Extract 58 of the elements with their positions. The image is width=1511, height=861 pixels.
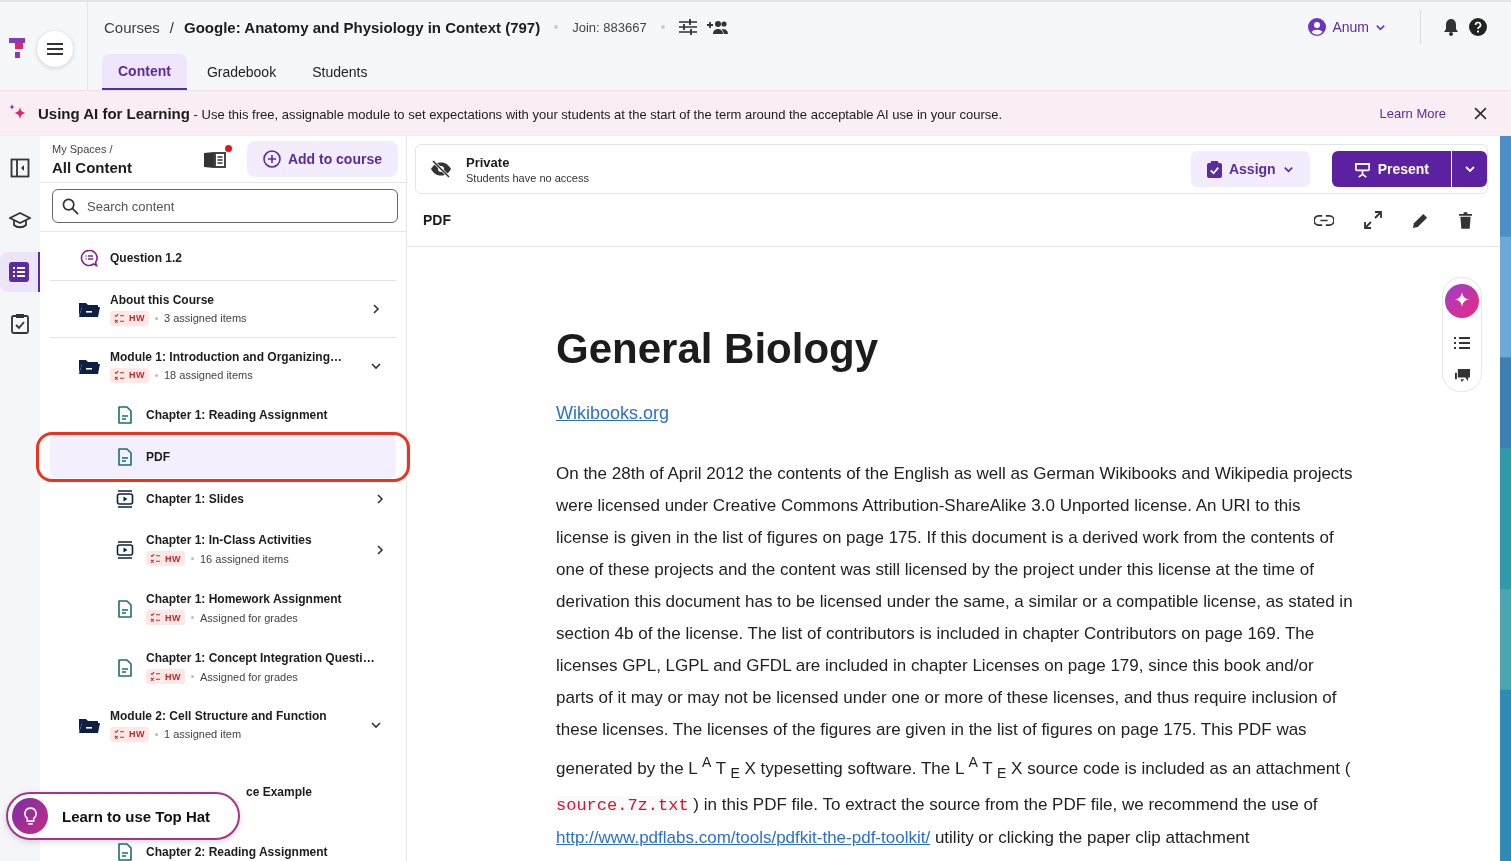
item-title: About this Course [110,292,214,307]
item-meta: 3 assigned items [164,312,247,324]
add-to-course-button[interactable]: Add to course [246,141,398,177]
visibility-subtitle: Students have no access [466,171,589,184]
item-meta: Assigned for grades [200,611,298,624]
user-menu[interactable]: Anum [1308,18,1386,36]
content-item[interactable]: Chapter 1: Concept Integration Questi… HW Assigned for grades [50,638,396,697]
item-title: Chapter 1: Concept Integration Questi… [146,651,375,665]
item-title: Module 2: Cell Structure and Function [110,708,327,723]
homework-badge: HW [110,726,149,742]
content-item[interactable]: Module 1: Introduction and Organizing… HW 18 assigned items [50,338,396,394]
content-item[interactable]: Chapter 1: In-Class Activities HW 16 assigned items [50,520,396,579]
breadcrumb-link[interactable]: My Spaces / [52,142,191,155]
tab[interactable]: Students [296,54,384,90]
content-item[interactable]: PDF [50,436,396,478]
content-item[interactable]: About this Course HW 3 assigned items [50,281,396,337]
item-title: PDF [146,450,170,464]
learn-top-hat-toast[interactable]: Learn to use Top Hat [6,792,241,840]
document-paragraph: On the 28th of April 2012 the contents of the English as well as German Wikibooks and Wikipedia projects were licensed under Creative Commons Attribution-ShareAlike 3.0 Unported license. An URI to this license is given in the list of figures on page 175. If this document is a derived work from the contents of one of these projects and the content was still licensed by the project under this license at the time of derivation this document has to be licensed under the same, a similar or a compatible license, as stated in section 4b of the license. The list of contributors is included in chapter Contributors on page 169. The licenses GPL, LGPL and GFDL are included in chapter Licenses on page 179, since this book and/or parts of it may or may not be licensed under one or more of these licenses, and thus require inclusion of these licenses. The licenses of the figures are given in the list of figures on page 175. This PDF was generated by the L $^{A}$ T $_{E}$ X typesetting software. The L $^{A}$ T $_{E}$ X source code is included as an attachment ( source.7z.txt ) in this PDF file. To extract the source from the PDF file, we recommend the use of http://www.pdflabs.com/tools/pdfkit-the-pdf-toolkit/ utility or clicking the paper clip attachment [556,463,1354,850]
document-type: PDF [423,212,451,228]
item-title: Chapter 2: Reading Assignment [146,845,328,859]
file-name: source.7z.txt [556,796,689,816]
item-meta: 16 assigned items [200,552,289,565]
item-title: Module 1: Introduction and Organizing… [110,349,342,364]
present-button[interactable]: Present [1331,151,1451,187]
homework-badge: HW [146,669,185,684]
content-item[interactable]: Chapter 1: Reading Assignment [50,394,396,436]
learn-more-link[interactable]: Learn More [1379,105,1446,121]
tab[interactable]: Content [102,54,187,90]
homework-badge: HW [146,551,185,566]
item-title: Chapter 1: Homework Assignment [146,592,342,606]
item-meta: 18 assigned items [164,369,253,381]
item-title: Question 1.2 [110,251,183,265]
search-field[interactable]: Search content [52,189,398,223]
tab[interactable]: Gradebook [190,54,293,90]
content-item[interactable]: Module 2: Cell Structure and Function HW 1 assigned item [50,697,396,753]
content-item[interactable]: Chapter 1: Homework Assignment HW Assigned for grades [50,579,396,638]
breadcrumb-link[interactable]: Courses [104,18,160,36]
item-meta: 1 assigned item [164,728,242,740]
course-title: Google: Anatomy and Physiology in Context (797) [184,18,541,36]
item-title: Chapter 1: In-Class Activities [146,533,312,547]
homework-badge: HW [110,310,149,326]
pdflabs-link[interactable]: http://www.pdflabs.com/tools/pdfkit-the-pdf-toolkit/ [556,828,931,848]
breadcrumb-separator: / [169,18,175,36]
document-title: General Biology [556,325,880,373]
visibility-title: Private [466,154,511,170]
content-item[interactable]: Chapter 1: Slides [50,478,396,520]
content-item[interactable]: Question 1.2 [50,236,396,280]
banner-text: Using AI for Learning - Use this free, assignable module to set expectations with your students at the start of the term around the acceptable AI use in your course. [38,104,1003,122]
item-meta: Assigned for grades [200,670,298,683]
homework-badge: HW [110,367,149,383]
panel-title: All Content [52,158,133,176]
assign-button[interactable]: Assign [1190,151,1310,187]
item-title: Chapter 1: Reading Assignment [146,408,328,422]
source-link[interactable]: Wikibooks.org [556,403,670,423]
join-code: Join: 883667 [572,19,647,35]
homework-badge: HW [146,610,185,625]
item-title: Chapter 1: Slides [146,492,245,506]
